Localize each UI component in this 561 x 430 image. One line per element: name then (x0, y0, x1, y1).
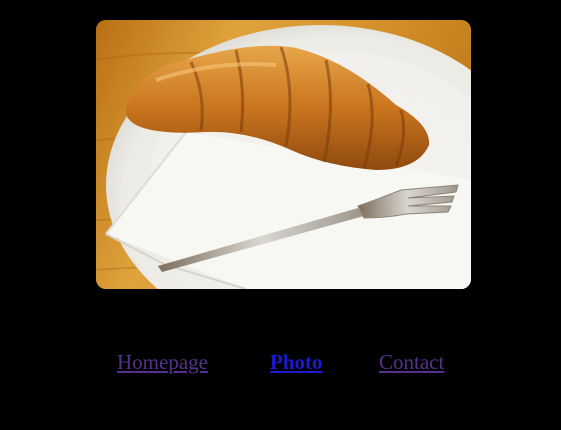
page: Homepage Photo Contact (0, 0, 561, 430)
main-nav: Homepage Photo Contact (0, 348, 561, 378)
nav-link-contact[interactable]: Contact (379, 348, 444, 376)
nav-link-homepage[interactable]: Homepage (117, 348, 208, 376)
croissant-photo (96, 20, 471, 289)
nav-link-photo[interactable]: Photo (270, 348, 323, 376)
